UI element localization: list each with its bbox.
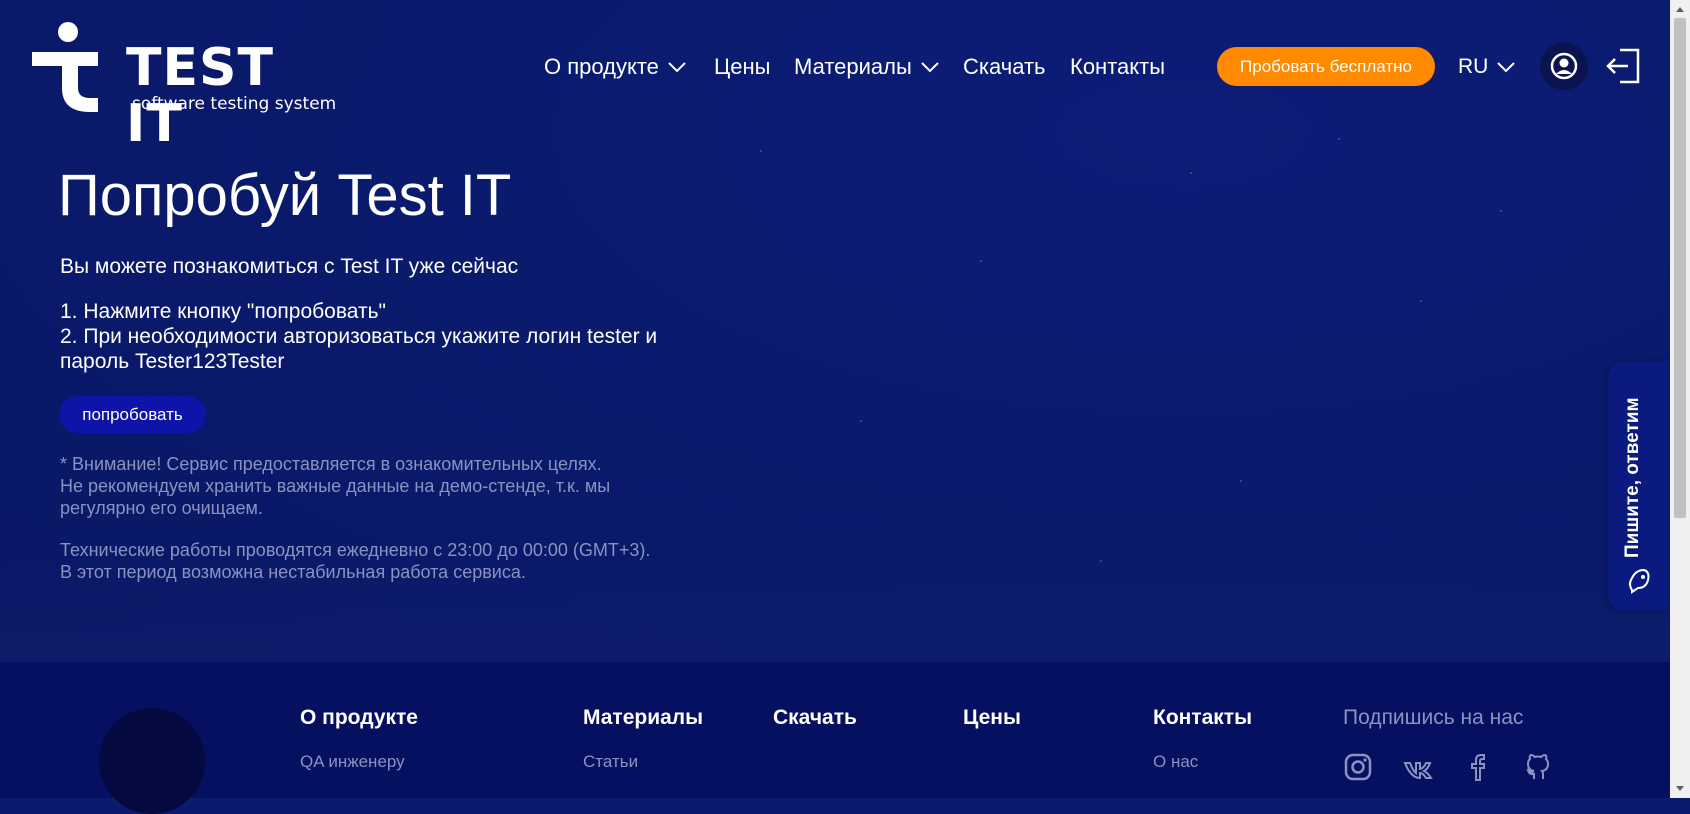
footer-heading-product[interactable]: О продукте: [300, 706, 418, 730]
instruction-step: пароль Tester123Tester: [60, 350, 285, 373]
try-free-button[interactable]: Пробовать бесплатно: [1217, 47, 1435, 86]
github-icon[interactable]: [1523, 752, 1553, 782]
page-title: Попробуй Test IT: [58, 163, 512, 228]
nav-item-label: Контакты: [1070, 54, 1166, 79]
notice-line: регулярно его очищаем.: [60, 498, 263, 518]
chevron-down-icon: [921, 62, 939, 73]
logo-tagline: software testing system: [132, 94, 337, 114]
vk-icon[interactable]: [1403, 754, 1433, 784]
notice-line: * Внимание! Сервис предоставляется в озн…: [60, 454, 602, 474]
instruction-step: 2. При необходимости авторизоваться укаж…: [60, 325, 658, 348]
instruction-steps: 1. Нажмите кнопку "попробовать" 2. При н…: [60, 299, 700, 374]
footer-logo-icon: [99, 708, 205, 814]
user-account-button[interactable]: [1540, 42, 1588, 90]
footer-link-qa[interactable]: QA инженеру: [300, 752, 405, 772]
login-icon[interactable]: [1606, 48, 1640, 84]
maintenance-line: Технические работы проводятся ежедневно …: [60, 540, 651, 560]
language-selector[interactable]: RU: [1458, 50, 1516, 84]
user-icon: [1550, 52, 1578, 80]
footer: О продукте QA инженеру Материалы Статьи …: [0, 662, 1670, 814]
nav-item-label: О продукте: [544, 54, 659, 79]
footer-heading-download[interactable]: Скачать: [773, 706, 857, 730]
logo[interactable]: TEST IT software testing system: [32, 18, 336, 152]
instruction-step: 1. Нажмите кнопку "попробовать": [60, 300, 386, 323]
chevron-down-icon: [668, 62, 686, 73]
demo-notice: * Внимание! Сервис предоставляется в озн…: [60, 453, 710, 519]
nav-item-download[interactable]: Скачать: [963, 50, 1046, 84]
nav-item-materials[interactable]: Материалы: [794, 50, 940, 84]
nav-item-label: Скачать: [963, 54, 1046, 79]
nav-item-label: Материалы: [794, 54, 912, 79]
facebook-icon[interactable]: [1463, 752, 1493, 782]
footer-heading-prices[interactable]: Цены: [963, 706, 1021, 730]
follow-us-label: Подпишись на нас: [1343, 706, 1524, 729]
nav-item-contacts[interactable]: Контакты: [1070, 50, 1165, 84]
scroll-up-arrow-icon[interactable]: [1670, 0, 1690, 18]
nav-item-product[interactable]: О продукте: [544, 50, 687, 84]
chevron-down-icon: [1497, 62, 1516, 73]
page-subtitle: Вы можете познакомиться с Test IT уже се…: [60, 255, 519, 278]
scrollbar-thumb[interactable]: [1674, 18, 1686, 518]
footer-heading-contacts[interactable]: Контакты: [1153, 706, 1252, 730]
try-demo-button[interactable]: попробовать: [59, 396, 206, 433]
logo-mark-icon: [32, 22, 98, 112]
feedback-tab[interactable]: Пишите, ответим: [1608, 362, 1668, 610]
footer-link-about[interactable]: О нас: [1153, 752, 1198, 772]
feedback-label: Пишите, ответим: [1622, 397, 1643, 558]
maintenance-line: В этот период возможна нестабильная рабо…: [60, 562, 526, 582]
maintenance-notice: Технические работы проводятся ежедневно …: [60, 539, 710, 583]
scroll-down-arrow-icon[interactable]: [1670, 780, 1690, 798]
notice-line: Не рекомендуем хранить важные данные на …: [60, 476, 611, 496]
nav-item-label: Цены: [714, 54, 771, 79]
instagram-icon[interactable]: [1343, 752, 1373, 782]
chat-bot-icon: [1629, 568, 1650, 594]
page-scrollbar[interactable]: [1670, 0, 1690, 798]
language-label: RU: [1458, 55, 1489, 78]
nav-item-prices[interactable]: Цены: [714, 50, 770, 84]
footer-link-articles[interactable]: Статьи: [583, 752, 638, 772]
footer-heading-materials[interactable]: Материалы: [583, 706, 703, 730]
